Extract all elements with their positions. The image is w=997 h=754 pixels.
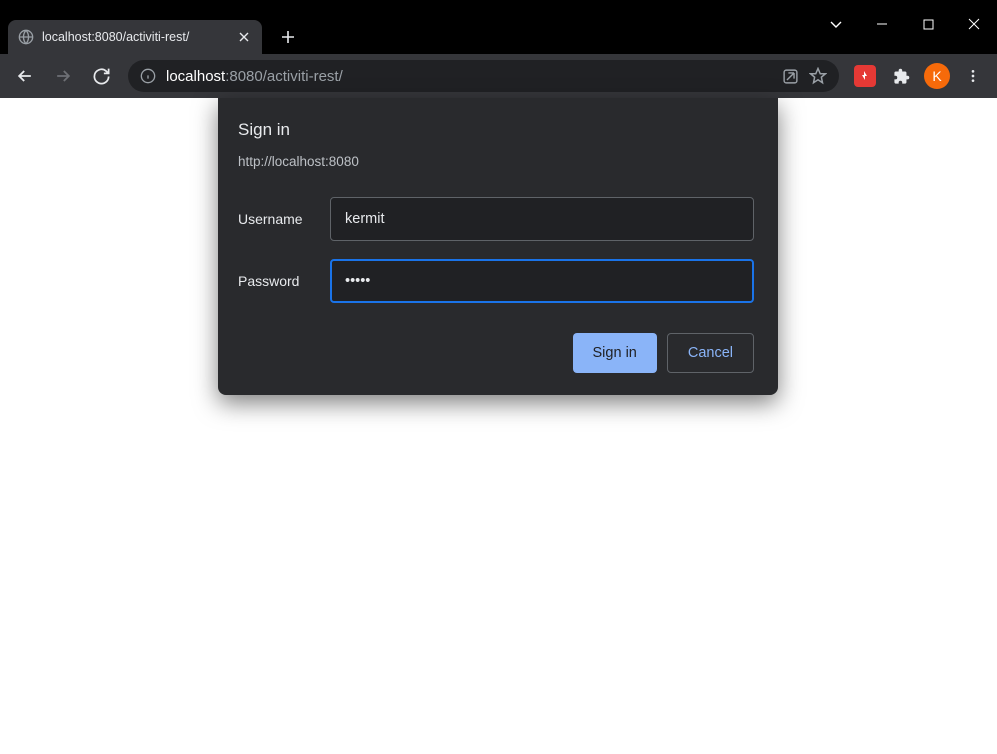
page-content: Sign in http://localhost:8080 Username P… xyxy=(0,98,997,754)
username-label: Username xyxy=(238,211,330,227)
url-path: /activiti-rest/ xyxy=(263,68,343,85)
tab-strip: localhost:8080/activiti-rest/ xyxy=(0,8,997,54)
forward-button[interactable] xyxy=(46,59,80,93)
close-tab-icon[interactable] xyxy=(236,29,252,45)
username-input[interactable] xyxy=(330,197,754,241)
extensions-icon[interactable] xyxy=(887,62,915,90)
cancel-button[interactable]: Cancel xyxy=(667,333,754,373)
auth-dialog: Sign in http://localhost:8080 Username P… xyxy=(218,98,778,395)
adblock-extension-icon[interactable] xyxy=(851,62,879,90)
close-window-button[interactable] xyxy=(951,8,997,40)
auth-origin: http://localhost:8080 xyxy=(238,154,754,169)
password-label: Password xyxy=(238,273,330,289)
maximize-button[interactable] xyxy=(905,8,951,40)
titlebar xyxy=(0,0,997,8)
browser-tab[interactable]: localhost:8080/activiti-rest/ xyxy=(8,20,262,54)
url-text: localhost:8080/activiti-rest/ xyxy=(166,68,772,85)
tab-title: localhost:8080/activiti-rest/ xyxy=(42,30,228,44)
minimize-button[interactable] xyxy=(859,8,905,40)
toolbar: localhost:8080/activiti-rest/ K xyxy=(0,54,997,98)
profile-avatar[interactable]: K xyxy=(923,62,951,90)
window-controls xyxy=(813,8,997,40)
url-host: localhost xyxy=(166,68,225,85)
reload-button[interactable] xyxy=(84,59,118,93)
address-bar[interactable]: localhost:8080/activiti-rest/ xyxy=(128,60,839,92)
url-port: :8080 xyxy=(225,68,263,85)
signin-button[interactable]: Sign in xyxy=(573,333,657,373)
dropdown-icon[interactable] xyxy=(813,8,859,40)
back-button[interactable] xyxy=(8,59,42,93)
share-icon[interactable] xyxy=(782,68,799,85)
auth-title: Sign in xyxy=(238,120,754,140)
password-input[interactable] xyxy=(330,259,754,303)
menu-icon[interactable] xyxy=(959,62,987,90)
site-info-icon[interactable] xyxy=(140,68,156,84)
new-tab-button[interactable] xyxy=(274,23,302,51)
avatar-initial: K xyxy=(924,63,950,89)
bookmark-icon[interactable] xyxy=(809,67,827,85)
globe-icon xyxy=(18,29,34,45)
